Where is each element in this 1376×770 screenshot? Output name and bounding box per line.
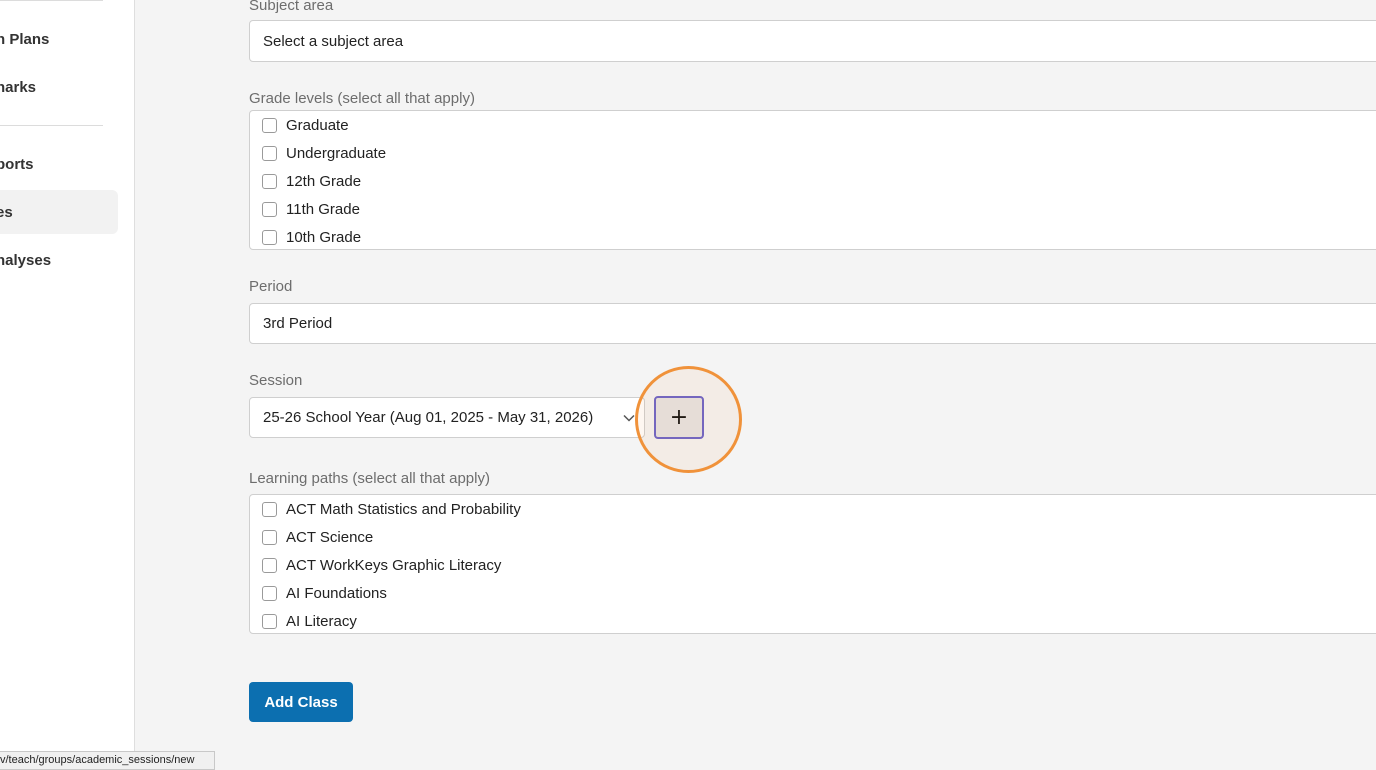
chevron-down-icon <box>623 414 635 422</box>
plus-icon: + <box>669 405 689 430</box>
sidebar-item-label: nalyses <box>0 251 52 269</box>
option-label: Graduate <box>286 116 349 134</box>
learning-path-option[interactable]: ACT WorkKeys Graphic Literacy <box>250 551 1376 579</box>
grade-level-option[interactable]: Undergraduate <box>250 139 1376 167</box>
sidebar-item-label: es <box>0 203 13 221</box>
sidebar-divider <box>0 0 103 1</box>
option-label: AI Literacy <box>286 612 357 630</box>
learning-path-option[interactable]: ACT Math Statistics and Probability <box>250 495 1376 523</box>
checkbox[interactable] <box>262 173 277 189</box>
session-label: Session <box>249 372 303 389</box>
learning-paths-label: Learning paths (select all that apply) <box>249 470 490 487</box>
learning-path-option[interactable]: AI Literacy <box>250 607 1376 633</box>
sidebar-item-label: ports <box>0 155 34 173</box>
sidebar-item-analyses[interactable]: nalyses <box>0 238 118 282</box>
checkbox[interactable] <box>262 229 277 245</box>
session-select[interactable]: 25-26 School Year (Aug 01, 2025 - May 31… <box>249 397 645 438</box>
main-content: Subject area Select a subject area Grade… <box>135 0 1376 770</box>
sidebar-item-reports[interactable]: ports <box>0 142 118 186</box>
option-label: 12th Grade <box>286 172 362 190</box>
learning-paths-list[interactable]: ACT Math Statistics and Probability ACT … <box>249 494 1376 634</box>
checkbox[interactable] <box>262 529 277 545</box>
sidebar-divider <box>0 125 103 126</box>
sidebar-item-label: n Plans <box>0 30 50 48</box>
grade-levels-label: Grade levels (select all that apply) <box>249 90 475 107</box>
checkbox[interactable] <box>262 585 277 601</box>
add-session-button[interactable]: + <box>654 396 704 439</box>
option-label: Undergraduate <box>286 144 387 162</box>
checkbox[interactable] <box>262 557 277 573</box>
subject-area-select[interactable]: Select a subject area <box>249 20 1376 62</box>
option-label: 10th Grade <box>286 228 362 246</box>
learning-path-option[interactable]: AI Foundations <box>250 579 1376 607</box>
period-value: 3rd Period <box>263 315 333 332</box>
checkbox[interactable] <box>262 613 277 629</box>
option-label: ACT Math Statistics and Probability <box>286 500 521 518</box>
sidebar-item-label: narks <box>0 78 37 96</box>
checkbox[interactable] <box>262 501 277 517</box>
sidebar: n Plans narks ports es nalyses <box>0 0 135 770</box>
learning-path-option[interactable]: ACT Science <box>250 523 1376 551</box>
checkbox[interactable] <box>262 117 277 133</box>
checkbox[interactable] <box>262 145 277 161</box>
checkbox[interactable] <box>262 201 277 217</box>
subject-area-label: Subject area <box>249 0 334 14</box>
grade-level-option[interactable]: 10th Grade <box>250 223 1376 249</box>
session-value: 25-26 School Year (Aug 01, 2025 - May 31… <box>263 409 594 426</box>
option-label: ACT Science <box>286 528 374 546</box>
sidebar-item-benchmarks[interactable]: narks <box>0 65 118 109</box>
grade-level-option[interactable]: 11th Grade <box>250 195 1376 223</box>
sidebar-item-classes[interactable]: es <box>0 190 118 234</box>
option-label: ACT WorkKeys Graphic Literacy <box>286 556 502 574</box>
period-input[interactable]: 3rd Period <box>249 303 1376 344</box>
sidebar-item-lesson-plans[interactable]: n Plans <box>0 17 118 61</box>
add-class-button[interactable]: Add Class <box>249 682 353 722</box>
status-bar-url: v/teach/groups/academic_sessions/new <box>0 751 215 770</box>
option-label: AI Foundations <box>286 584 387 602</box>
period-label: Period <box>249 278 293 295</box>
subject-area-value: Select a subject area <box>263 32 404 50</box>
grade-levels-list[interactable]: Graduate Undergraduate 12th Grade 11th G… <box>249 110 1376 250</box>
option-label: 11th Grade <box>286 200 360 218</box>
grade-level-option[interactable]: 12th Grade <box>250 167 1376 195</box>
grade-level-option[interactable]: Graduate <box>250 111 1376 139</box>
